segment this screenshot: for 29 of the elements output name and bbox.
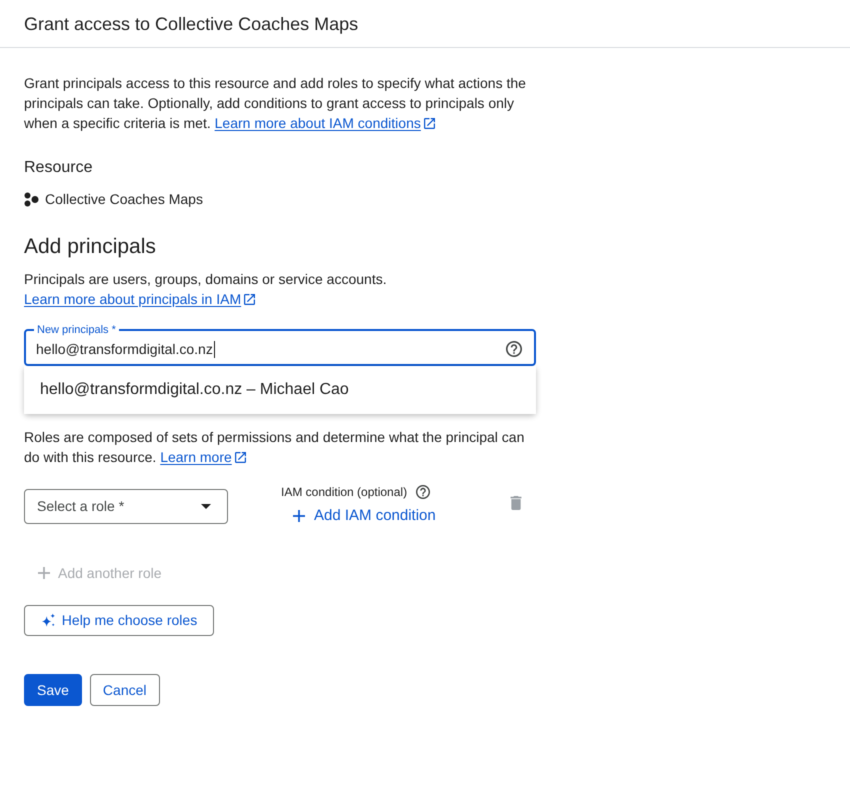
iam-conditions-link[interactable]: Learn more about IAM conditions [214, 115, 435, 131]
section-heading: Add principals [24, 234, 157, 260]
section-heading: Resource [24, 158, 94, 178]
external-link-icon [234, 452, 246, 463]
sparkle-icon [40, 613, 56, 628]
principals-link[interactable]: Learn more about principals in IAM [24, 291, 256, 307]
resource-dots-icon [24, 192, 39, 206]
caret-icon [201, 504, 211, 509]
help-choose-roles-button[interactable]: Help me choose roles [24, 605, 214, 636]
save-button[interactable]: Save [24, 674, 82, 706]
dialog-title: Grant access to Collective Coaches Maps [24, 12, 358, 36]
help-icon[interactable] [416, 485, 430, 499]
resource-name: Collective Coaches Maps [45, 190, 203, 209]
help-icon[interactable] [506, 341, 522, 357]
roles-description: Roles are composed of sets of permissions and determine what the principal can do with this resource. Learn more [24, 428, 526, 467]
cancel-button[interactable]: Cancel [90, 674, 160, 706]
condition-label: IAM condition (optional) [281, 484, 408, 500]
suggestion-item[interactable]: hello@transformdigital.co.nz – Michael Cao [24, 366, 536, 414]
add-condition-button[interactable]: Add IAM condition [281, 502, 444, 530]
principals-field[interactable]: New principals * hello@transformdigital.co.nz [24, 324, 536, 366]
external-link-icon [244, 294, 256, 305]
plus-icon [38, 567, 50, 579]
roles-learn-more-link[interactable]: Learn more [160, 449, 246, 465]
intro-text: Grant principals access to this resource and add roles to specify what actions the principals can take. Optionally, add conditions to grant access to principals only when a specific criteria is met. Learn more about IAM conditions [24, 74, 527, 133]
principals-description: Principals are users, groups, domains or service accounts. Learn more about principals in IAM [24, 270, 388, 309]
role-select[interactable]: Select a role * [24, 489, 228, 524]
external-link-icon [424, 118, 435, 129]
plus-icon [293, 510, 305, 522]
trash-icon[interactable] [510, 496, 522, 510]
